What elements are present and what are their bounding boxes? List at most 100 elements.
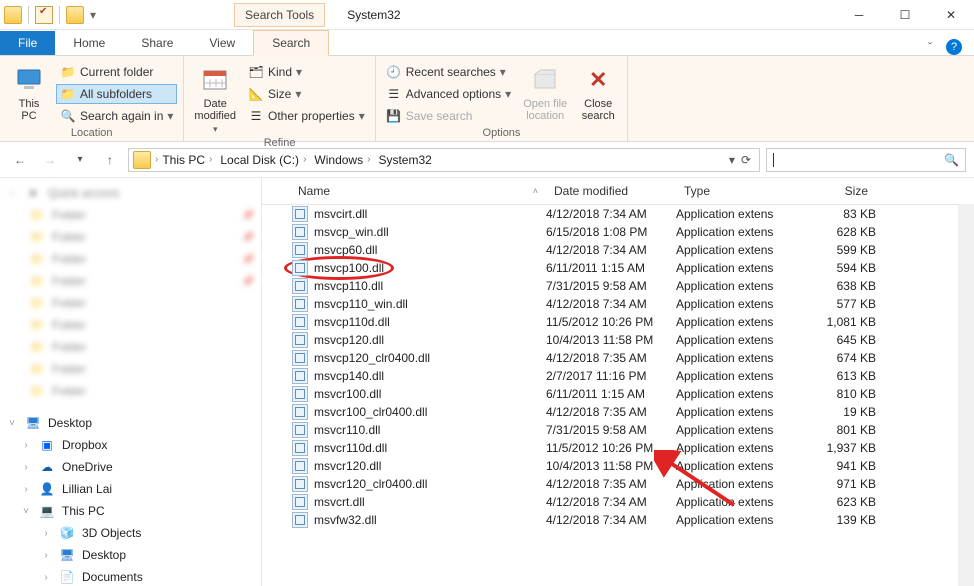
file-name: msvcr110.dll bbox=[308, 423, 546, 437]
file-type: Application extens bbox=[676, 225, 796, 239]
file-size: 628 KB bbox=[796, 225, 876, 239]
tree-item[interactable]: 📁Folder📌 bbox=[0, 270, 261, 292]
file-type: Application extens bbox=[676, 477, 796, 491]
file-row[interactable]: msvcr120_clr0400.dll4/12/2018 7:35 AMApp… bbox=[262, 475, 974, 493]
file-row[interactable]: msvcirt.dll4/12/2018 7:34 AMApplication … bbox=[262, 205, 974, 223]
recent-searches-button[interactable]: 🕘Recent searches ▾ bbox=[382, 62, 515, 82]
tree-item[interactable]: 📁Folder bbox=[0, 380, 261, 402]
tab-file[interactable]: File bbox=[0, 31, 55, 55]
tree-desktop-sub[interactable]: ›🖥Desktop bbox=[0, 544, 261, 566]
file-row[interactable]: msvcr100.dll6/11/2011 1:15 AMApplication… bbox=[262, 385, 974, 403]
column-name[interactable]: Name˄ bbox=[290, 182, 546, 200]
address-dropdown-icon[interactable]: ▾ bbox=[729, 153, 735, 167]
size-button[interactable]: 📐Size ▾ bbox=[244, 84, 369, 104]
tree-item[interactable]: 📁Folder📌 bbox=[0, 226, 261, 248]
breadcrumb-local-disk[interactable]: Local Disk (C:)› bbox=[216, 153, 310, 167]
column-type[interactable]: Type bbox=[676, 182, 796, 200]
file-row[interactable]: msvcp140.dll2/7/2017 11:16 PMApplication… bbox=[262, 367, 974, 385]
file-row[interactable]: msvcr120.dll10/4/2013 11:58 PMApplicatio… bbox=[262, 457, 974, 475]
kind-button[interactable]: 🗂Kind ▾ bbox=[244, 62, 369, 82]
close-button[interactable]: ✕ bbox=[928, 0, 974, 30]
file-size: 599 KB bbox=[796, 243, 876, 257]
file-name: msvcp110_win.dll bbox=[308, 297, 546, 311]
file-row[interactable]: msvfw32.dll4/12/2018 7:34 AMApplication … bbox=[262, 511, 974, 529]
tree-item[interactable]: 📁Folder📌 bbox=[0, 248, 261, 270]
tab-home[interactable]: Home bbox=[55, 31, 123, 55]
breadcrumb-system32[interactable]: System32 bbox=[374, 153, 435, 167]
qat-properties-icon[interactable]: ✔ bbox=[35, 6, 53, 24]
address-bar[interactable]: › This PC› Local Disk (C:)› Windows› Sys… bbox=[128, 148, 760, 172]
file-row[interactable]: msvcp110_win.dll4/12/2018 7:34 AMApplica… bbox=[262, 295, 974, 313]
search-tools-contextual-tab: Search Tools bbox=[234, 3, 325, 27]
open-location-icon bbox=[529, 64, 561, 96]
minimize-button[interactable]: ─ bbox=[836, 0, 882, 30]
navigation-bar: ← → ▾ ↑ › This PC› Local Disk (C:)› Wind… bbox=[0, 142, 974, 178]
file-type: Application extens bbox=[676, 387, 796, 401]
tab-view[interactable]: View bbox=[191, 31, 253, 55]
tree-documents[interactable]: ›📄Documents bbox=[0, 566, 261, 586]
help-icon[interactable]: ? bbox=[946, 39, 962, 55]
breadcrumb-this-pc[interactable]: This PC› bbox=[158, 153, 216, 167]
tree-3d-objects[interactable]: ›🧊3D Objects bbox=[0, 522, 261, 544]
file-date: 10/4/2013 11:58 PM bbox=[546, 459, 676, 473]
file-row[interactable]: msvcp100.dll6/11/2011 1:15 AMApplication… bbox=[262, 259, 974, 277]
file-row[interactable]: msvcrt.dll4/12/2018 7:34 AMApplication e… bbox=[262, 493, 974, 511]
tree-item[interactable]: 📁Folder bbox=[0, 292, 261, 314]
back-button[interactable]: ← bbox=[8, 148, 32, 172]
refresh-icon[interactable]: ⟳ bbox=[741, 153, 751, 167]
search-again-in-button[interactable]: 🔍Search again in ▾ bbox=[56, 106, 177, 126]
file-row[interactable]: msvcp60.dll4/12/2018 7:34 AMApplication … bbox=[262, 241, 974, 259]
file-row[interactable]: msvcr100_clr0400.dll4/12/2018 7:35 AMApp… bbox=[262, 403, 974, 421]
breadcrumb-windows[interactable]: Windows› bbox=[310, 153, 374, 167]
current-folder-button[interactable]: 📁Current folder bbox=[56, 62, 177, 82]
file-row[interactable]: msvcr110.dll7/31/2015 9:58 AMApplication… bbox=[262, 421, 974, 439]
ribbon-collapse-icon[interactable]: ˇ bbox=[928, 40, 932, 54]
column-date[interactable]: Date modified bbox=[546, 182, 676, 200]
file-date: 6/11/2011 1:15 AM bbox=[546, 261, 676, 275]
search-input[interactable]: 🔍 bbox=[766, 148, 966, 172]
advanced-options-button[interactable]: ☰Advanced options ▾ bbox=[382, 84, 515, 104]
tree-item[interactable]: 📁Folder📌 bbox=[0, 204, 261, 226]
tree-this-pc[interactable]: ˅💻This PC bbox=[0, 500, 261, 522]
tree-onedrive[interactable]: ›☁OneDrive bbox=[0, 456, 261, 478]
close-search-button[interactable]: ✕ Close search bbox=[575, 62, 621, 124]
tab-share[interactable]: Share bbox=[123, 31, 191, 55]
navigation-pane: ˅★Quick access 📁Folder📌 📁Folder📌 📁Folder… bbox=[0, 178, 262, 586]
properties-icon: ☰ bbox=[248, 108, 264, 124]
file-name: msvfw32.dll bbox=[308, 513, 546, 527]
up-button[interactable]: ↑ bbox=[98, 148, 122, 172]
file-name: msvcrt.dll bbox=[308, 495, 546, 509]
file-row[interactable]: msvcp110d.dll11/5/2012 10:26 PMApplicati… bbox=[262, 313, 974, 331]
advanced-icon: ☰ bbox=[386, 86, 402, 102]
tree-item[interactable]: 📁Folder bbox=[0, 336, 261, 358]
qat-dropdown-icon[interactable]: ▾ bbox=[86, 8, 100, 22]
tree-user[interactable]: ›👤Lillian Lai bbox=[0, 478, 261, 500]
tree-item[interactable]: 📁Folder bbox=[0, 358, 261, 380]
file-row[interactable]: msvcp120_clr0400.dll4/12/2018 7:35 AMApp… bbox=[262, 349, 974, 367]
tree-desktop[interactable]: ˅🖥Desktop bbox=[0, 412, 261, 434]
file-name: msvcp60.dll bbox=[308, 243, 546, 257]
dll-file-icon bbox=[292, 368, 308, 384]
file-row[interactable]: msvcr110d.dll11/5/2012 10:26 PMApplicati… bbox=[262, 439, 974, 457]
dll-file-icon bbox=[292, 260, 308, 276]
file-row[interactable]: msvcp_win.dll6/15/2018 1:08 PMApplicatio… bbox=[262, 223, 974, 241]
date-modified-button[interactable]: Date modified▾ bbox=[190, 62, 240, 137]
this-pc-button[interactable]: This PC bbox=[6, 62, 52, 124]
file-row[interactable]: msvcp110.dll7/31/2015 9:58 AMApplication… bbox=[262, 277, 974, 295]
column-headers: Name˄ Date modified Type Size bbox=[262, 178, 974, 205]
tab-search[interactable]: Search bbox=[253, 30, 329, 56]
file-list[interactable]: msvcirt.dll4/12/2018 7:34 AMApplication … bbox=[262, 205, 974, 586]
recent-locations-dropdown[interactable]: ▾ bbox=[68, 148, 92, 172]
qat-new-folder-icon[interactable] bbox=[66, 6, 84, 24]
maximize-button[interactable]: ☐ bbox=[882, 0, 928, 30]
tree-dropbox[interactable]: ›▣Dropbox bbox=[0, 434, 261, 456]
all-subfolders-button[interactable]: 📁All subfolders bbox=[56, 84, 177, 104]
file-date: 7/31/2015 9:58 AM bbox=[546, 279, 676, 293]
tree-item[interactable]: 📁Folder bbox=[0, 314, 261, 336]
column-size[interactable]: Size bbox=[796, 182, 876, 200]
file-row[interactable]: msvcp120.dll10/4/2013 11:58 PMApplicatio… bbox=[262, 331, 974, 349]
other-properties-button[interactable]: ☰Other properties ▾ bbox=[244, 106, 369, 126]
file-list-area: Name˄ Date modified Type Size msvcirt.dl… bbox=[262, 178, 974, 586]
scrollbar[interactable] bbox=[958, 204, 974, 586]
tree-quick-access[interactable]: ˅★Quick access bbox=[0, 182, 261, 204]
